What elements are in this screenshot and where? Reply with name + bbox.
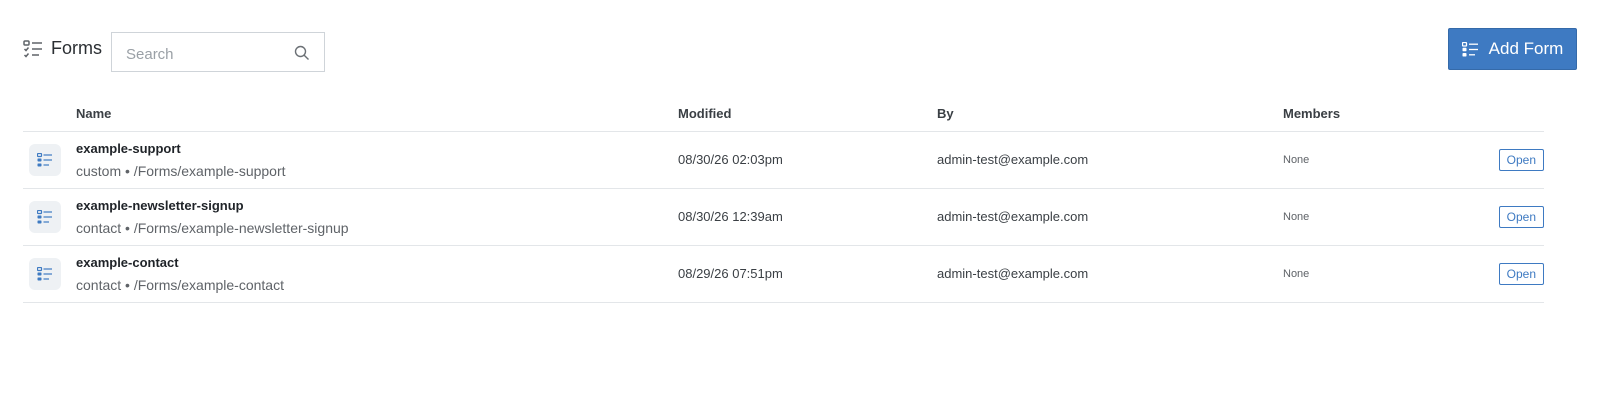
form-path: custom • /Forms/example-support <box>76 163 286 179</box>
form-name-link[interactable]: example-newsletter-signup <box>76 198 244 213</box>
form-path: contact • /Forms/example-contact <box>76 277 284 293</box>
column-header-members[interactable]: Members <box>1283 106 1340 121</box>
form-list-icon <box>29 201 61 233</box>
modified-date: 08/29/26 07:51pm <box>678 266 783 281</box>
forms-table: Name Modified By Members example-support… <box>23 96 1544 303</box>
column-header-modified[interactable]: Modified <box>678 106 731 121</box>
form-list-icon <box>1461 41 1479 57</box>
members-value: None <box>1283 154 1310 166</box>
search-icon[interactable] <box>294 45 310 66</box>
modified-by: admin-test@example.com <box>937 152 1089 167</box>
add-form-button[interactable]: Add Form <box>1448 28 1577 70</box>
form-list-icon <box>29 258 61 290</box>
open-button[interactable]: Open <box>1498 263 1544 285</box>
members-value: None <box>1283 211 1310 223</box>
column-header-name[interactable]: Name <box>76 106 111 121</box>
modified-by: admin-test@example.com <box>937 209 1089 224</box>
table-row[interactable]: example-support custom • /Forms/example-… <box>23 132 1544 189</box>
open-button[interactable]: Open <box>1498 206 1544 228</box>
table-row[interactable]: example-newsletter-signup contact • /For… <box>23 189 1544 246</box>
open-button[interactable]: Open <box>1498 149 1544 171</box>
modified-by: admin-test@example.com <box>937 266 1089 281</box>
search-box[interactable] <box>111 32 325 72</box>
form-name-link[interactable]: example-support <box>76 141 181 156</box>
forms-page: Forms Add For <box>0 0 1600 400</box>
table-header: Name Modified By Members <box>23 96 1544 132</box>
table-row[interactable]: example-contact contact • /Forms/example… <box>23 246 1544 303</box>
form-list-icon <box>29 144 61 176</box>
column-header-by[interactable]: By <box>937 106 954 121</box>
modified-date: 08/30/26 12:39am <box>678 209 783 224</box>
form-list-icon <box>23 39 43 58</box>
page-title-group: Forms <box>23 38 102 59</box>
form-path: contact • /Forms/example-newsletter-sign… <box>76 220 349 236</box>
form-name-link[interactable]: example-contact <box>76 255 179 270</box>
page-header: Forms Add For <box>23 28 1577 74</box>
search-input[interactable] <box>124 43 288 65</box>
page-title: Forms <box>51 38 102 58</box>
modified-date: 08/30/26 02:03pm <box>678 152 783 167</box>
add-form-label: Add Form <box>1488 39 1564 58</box>
members-value: None <box>1283 268 1310 280</box>
